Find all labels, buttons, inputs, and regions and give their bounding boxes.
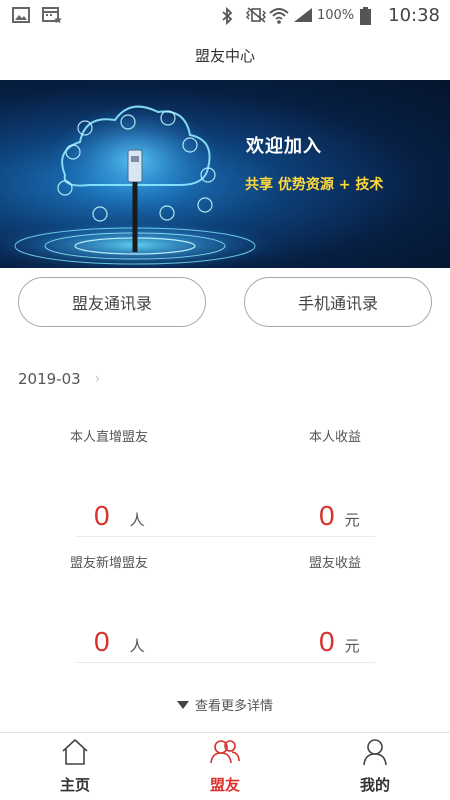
image-icon: [12, 7, 30, 23]
banner-subtitle: 共享 优势资源 + 技术: [245, 177, 384, 193]
page-title: 盟友中心: [0, 30, 450, 80]
ally-new-allies-value: 0: [94, 626, 110, 657]
bottom-nav: 主页 盟友 我的: [0, 732, 450, 800]
battery-level: 100%: [316, 7, 355, 23]
signal-icon: [293, 7, 312, 23]
banner-title: 欢迎加入: [246, 136, 322, 157]
contact-buttons: 盟友通讯录 手机通讯录: [18, 277, 432, 327]
self-new-allies-unit: 人: [129, 511, 145, 529]
self-income-value: 0: [319, 500, 335, 531]
ally-new-allies-stat: 0 人: [94, 626, 145, 658]
nav-label-home: 主页: [59, 776, 90, 794]
self-income-stat: 0 元: [319, 500, 360, 532]
ally-income-stat: 0 元: [319, 626, 360, 658]
battery-icon: [360, 7, 378, 25]
triangle-down-icon: [176, 700, 189, 709]
nav-label-allies: 盟友: [209, 776, 240, 794]
promo-banner[interactable]: 欢迎加入 共享 优势资源 + 技术: [0, 80, 450, 268]
divider: [75, 662, 375, 663]
self-new-allies-stat: 0 人: [94, 500, 145, 532]
chevron-right-icon: ›: [94, 371, 101, 387]
nav-label-profile: 我的: [359, 776, 390, 794]
wifi-icon: [269, 7, 289, 24]
ally-income-unit: 元: [344, 637, 360, 655]
more-details-label: 查看更多详情: [194, 699, 273, 714]
nav-item-profile[interactable]: 我的: [300, 733, 450, 800]
ally-contacts-button[interactable]: 盟友通讯录: [18, 277, 206, 327]
nav-item-allies[interactable]: 盟友: [150, 733, 300, 800]
phone-contacts-button[interactable]: 手机通讯录: [244, 277, 432, 327]
ally-income-value: 0: [319, 626, 335, 657]
ally-new-allies-unit: 人: [129, 637, 145, 655]
home-icon: [60, 738, 90, 770]
self-income-unit: 元: [344, 511, 360, 529]
more-details-link[interactable]: 查看更多详情: [0, 695, 450, 714]
status-bar: 100% 10:38: [0, 0, 450, 30]
calendar-star-icon: [42, 7, 62, 24]
profile-icon: [360, 738, 390, 770]
bluetooth-icon: [221, 6, 239, 26]
allies-icon: [208, 738, 242, 770]
ally-income-label: 盟友收益: [309, 556, 362, 571]
clock: 10:38: [388, 4, 440, 26]
ally-new-allies-label: 盟友新增盟友: [70, 556, 149, 571]
self-new-allies-value: 0: [94, 500, 110, 531]
month-value: 2019-03: [18, 370, 81, 388]
nav-item-home[interactable]: 主页: [0, 733, 150, 800]
self-income-label: 本人收益: [309, 430, 362, 445]
divider: [75, 536, 375, 537]
self-new-allies-label: 本人直增盟友: [70, 430, 149, 445]
month-selector[interactable]: 2019-03 ›: [18, 370, 100, 388]
vibrate-icon: [245, 7, 266, 23]
